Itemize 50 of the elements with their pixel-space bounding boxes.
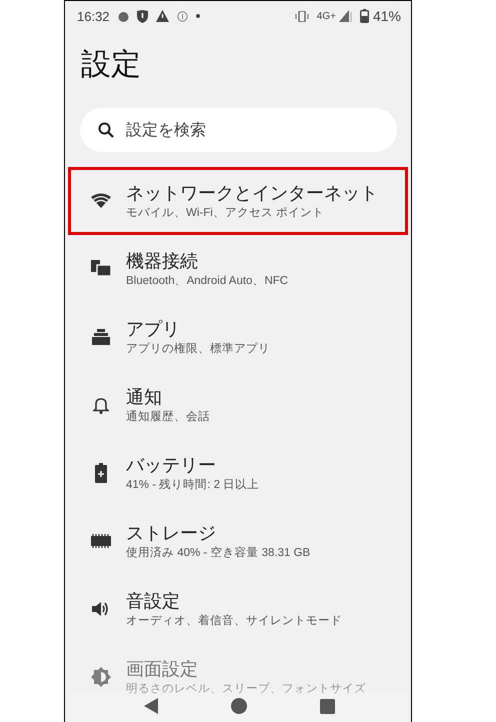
item-title: 音設定 bbox=[126, 590, 180, 612]
bell-icon bbox=[93, 396, 109, 414]
wifi-icon bbox=[91, 193, 111, 209]
dot-icon bbox=[196, 14, 200, 18]
info-icon bbox=[176, 10, 188, 22]
item-subtitle: 通知履歴、会話 bbox=[126, 410, 210, 424]
item-title: 画面設定 bbox=[126, 658, 198, 680]
memory-chip-icon bbox=[91, 534, 111, 548]
settings-item[interactable]: 通知 通知履歴、会話 bbox=[68, 371, 408, 439]
settings-item[interactable]: アプリ アプリの権限、標準アプリ bbox=[68, 303, 408, 371]
clock: 16:32 bbox=[77, 8, 110, 24]
settings-item[interactable]: 機器接続 Bluetooth、Android Auto、NFC bbox=[68, 235, 408, 303]
item-subtitle: オーディオ、着信音、サイレントモード bbox=[126, 613, 342, 628]
item-subtitle: 明るさのレベル、スリープ、フォントサイズ bbox=[126, 681, 366, 696]
page-title: 設定 bbox=[81, 46, 141, 84]
shield-icon bbox=[136, 10, 148, 22]
battery-icon bbox=[360, 9, 369, 23]
back-icon[interactable] bbox=[144, 698, 158, 714]
item-title: バッテリー bbox=[126, 454, 216, 476]
item-title: 通知 bbox=[126, 386, 162, 408]
speaker-icon bbox=[92, 601, 110, 617]
settings-item[interactable]: ネットワークとインターネット モバイル、Wi-Fi、アクセス ポイント bbox=[68, 167, 408, 235]
signal-icon bbox=[338, 10, 352, 22]
search-icon bbox=[98, 122, 114, 138]
item-subtitle: 使用済み 40% - 空き容量 38.31 GB bbox=[126, 545, 310, 560]
item-subtitle: モバイル、Wi-Fi、アクセス ポイント bbox=[126, 206, 324, 220]
search-field[interactable]: 設定を検索 bbox=[80, 108, 397, 152]
devices-icon bbox=[91, 260, 111, 278]
item-subtitle: Bluetooth、Android Auto、NFC bbox=[126, 274, 288, 288]
battery-level: 41% bbox=[372, 8, 401, 24]
settings-item[interactable]: 音設定 オーディオ、着信音、サイレントモード bbox=[68, 575, 408, 643]
network-type: 4G+ bbox=[316, 10, 336, 22]
item-title: アプリ bbox=[126, 318, 180, 340]
home-icon[interactable] bbox=[230, 698, 246, 714]
warning-icon bbox=[156, 10, 169, 22]
search-placeholder: 設定を検索 bbox=[126, 120, 206, 140]
settings-item[interactable]: ストレージ 使用済み 40% - 空き容量 38.31 GB bbox=[68, 507, 408, 575]
brightness-icon bbox=[91, 667, 111, 687]
settings-item[interactable]: バッテリー 41% - 残り時間: 2 日以上 bbox=[68, 439, 408, 507]
apps-icon bbox=[92, 329, 110, 345]
item-subtitle: アプリの権限、標準アプリ bbox=[126, 341, 270, 356]
item-title: ストレージ bbox=[126, 522, 216, 544]
item-title: ネットワークとインターネット bbox=[126, 182, 378, 204]
item-subtitle: 41% - 残り時間: 2 日以上 bbox=[126, 478, 260, 492]
recents-icon[interactable] bbox=[320, 698, 334, 714]
battery-icon bbox=[95, 463, 107, 483]
notification-icon bbox=[118, 10, 129, 22]
settings-item[interactable]: 画面設定 明るさのレベル、スリープ、フォントサイズ bbox=[68, 643, 408, 711]
item-title: 機器接続 bbox=[126, 250, 198, 272]
vibrate-icon bbox=[294, 10, 309, 22]
